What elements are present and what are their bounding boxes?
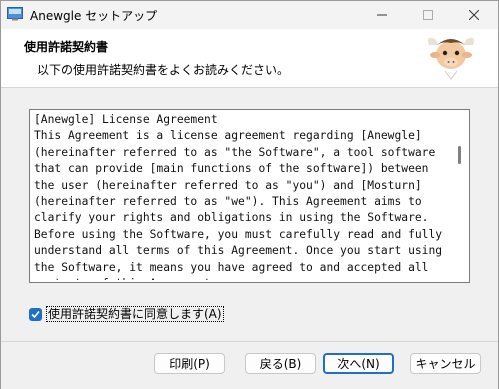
- back-button[interactable]: 戻る(B): [245, 353, 316, 374]
- close-icon: [469, 10, 479, 20]
- minimize-button[interactable]: [359, 1, 405, 29]
- agree-checkbox[interactable]: [29, 307, 42, 321]
- minimize-icon: [377, 14, 387, 16]
- title-bar: Anewgle セットアップ: [1, 1, 498, 29]
- window-title: Anewgle セットアップ: [30, 9, 158, 23]
- footer: 印刷(P) 戻る(B) 次へ(N) キャンセル: [1, 341, 498, 389]
- license-textarea[interactable]: [Anewgle] License Agreement This Agreeme…: [29, 109, 470, 283]
- license-text: [Anewgle] License Agreement This Agreeme…: [34, 113, 443, 280]
- bull-mascot-icon: [427, 37, 475, 87]
- check-icon: [31, 310, 40, 318]
- scrollbar-thumb[interactable]: [458, 146, 461, 164]
- agree-row[interactable]: 使用許諾契約書に同意します(A): [29, 306, 224, 322]
- maximize-button[interactable]: [405, 1, 451, 29]
- app-icon: [7, 7, 23, 21]
- header-panel: 使用許諾契約書 以下の使用許諾契約書をよくお読みください。: [1, 29, 498, 88]
- print-button[interactable]: 印刷(P): [154, 353, 225, 374]
- next-button[interactable]: 次へ(N): [323, 353, 394, 374]
- page-subtitle: 以下の使用許諾契約書をよくお読みください。: [37, 63, 290, 77]
- close-button[interactable]: [451, 1, 497, 29]
- maximize-icon: [423, 10, 433, 20]
- page-title: 使用許諾契約書: [24, 40, 109, 54]
- cancel-button[interactable]: キャンセル: [410, 353, 481, 374]
- agree-label[interactable]: 使用許諾契約書に同意します(A): [46, 306, 224, 322]
- setup-window: Anewgle セットアップ 使用許諾契約書 以下の使用許諾契約書をよくお読みく…: [0, 0, 499, 389]
